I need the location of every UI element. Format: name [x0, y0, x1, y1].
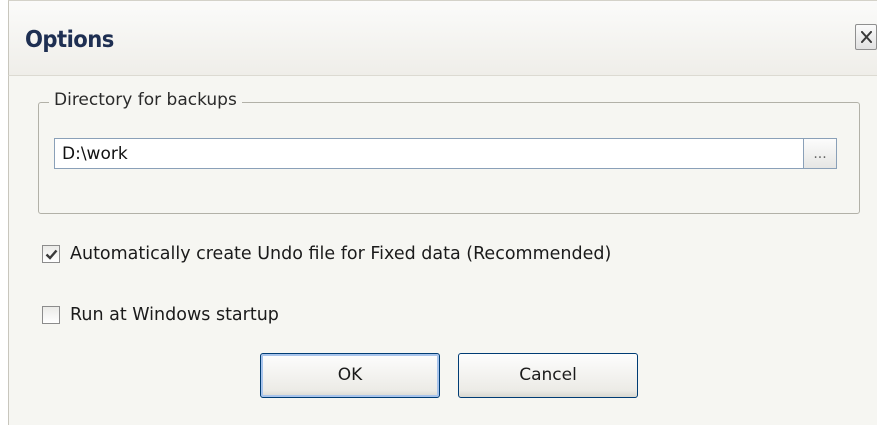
- cancel-button[interactable]: Cancel: [458, 353, 638, 398]
- undo-option[interactable]: Automatically create Undo file for Fixed…: [42, 244, 611, 264]
- close-icon: [861, 31, 872, 43]
- undo-option-label: Automatically create Undo file for Fixed…: [70, 244, 612, 264]
- browse-button[interactable]: ...: [803, 138, 837, 169]
- options-dialog: Options Directory for backups ... Automa…: [0, 0, 877, 425]
- ok-button[interactable]: OK: [260, 353, 440, 398]
- backup-path-input[interactable]: [54, 138, 804, 169]
- check-icon: [45, 249, 58, 260]
- startup-checkbox[interactable]: [42, 306, 60, 324]
- dialog-title: Options: [25, 27, 114, 53]
- undo-checkbox[interactable]: [42, 245, 60, 263]
- dialog-titlebar: Options: [8, 0, 877, 76]
- backup-directory-label: Directory for backups: [54, 90, 237, 110]
- close-button[interactable]: [855, 24, 877, 50]
- startup-option[interactable]: Run at Windows startup: [42, 305, 279, 325]
- startup-option-label: Run at Windows startup: [70, 305, 279, 325]
